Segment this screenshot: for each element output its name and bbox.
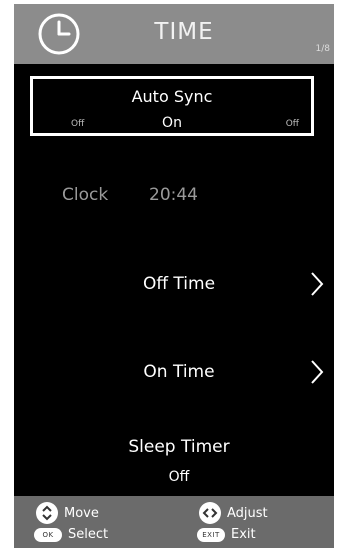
hint-adjust: Adjust [199,502,268,524]
auto-sync-label: Auto Sync [131,87,213,106]
hint-adjust-label: Adjust [227,505,268,521]
page-indicator: 1/8 [315,44,330,54]
menu-header: TIME 1/8 [14,4,334,64]
ok-key-icon: OK [34,527,62,542]
up-down-arrows-icon [36,502,58,524]
hint-exit: EXIT Exit [197,527,256,542]
page-title: TIME [154,19,214,45]
chevron-right-icon [311,360,324,384]
hint-exit-label: Exit [231,527,256,542]
off-time-label: Off Time [142,274,216,294]
key-hint-footer: Move Adjust OK Select EXIT Exit [14,496,334,548]
auto-sync-option[interactable]: Auto Sync Off On Off [30,76,314,136]
auto-sync-next-option: Off [285,119,299,129]
hint-select-label: Select [68,527,109,542]
left-right-arrows-icon [199,502,221,524]
hint-move-label: Move [64,505,99,521]
hint-select: OK Select [34,527,108,542]
chevron-right-icon [311,272,324,296]
on-time-label: On Time [143,362,215,382]
exit-key-icon: EXIT [197,527,225,542]
time-menu-panel: TIME 1/8 Auto Sync Off On Off Clock 20:4… [14,4,334,548]
auto-sync-current-value: On [162,115,182,131]
clock-value: 20:44 [149,185,198,205]
hint-move: Move [36,502,99,524]
sleep-timer-value: Off [168,469,190,485]
sleep-timer-label: Sleep Timer [128,437,230,457]
clock-label: Clock [62,185,109,205]
